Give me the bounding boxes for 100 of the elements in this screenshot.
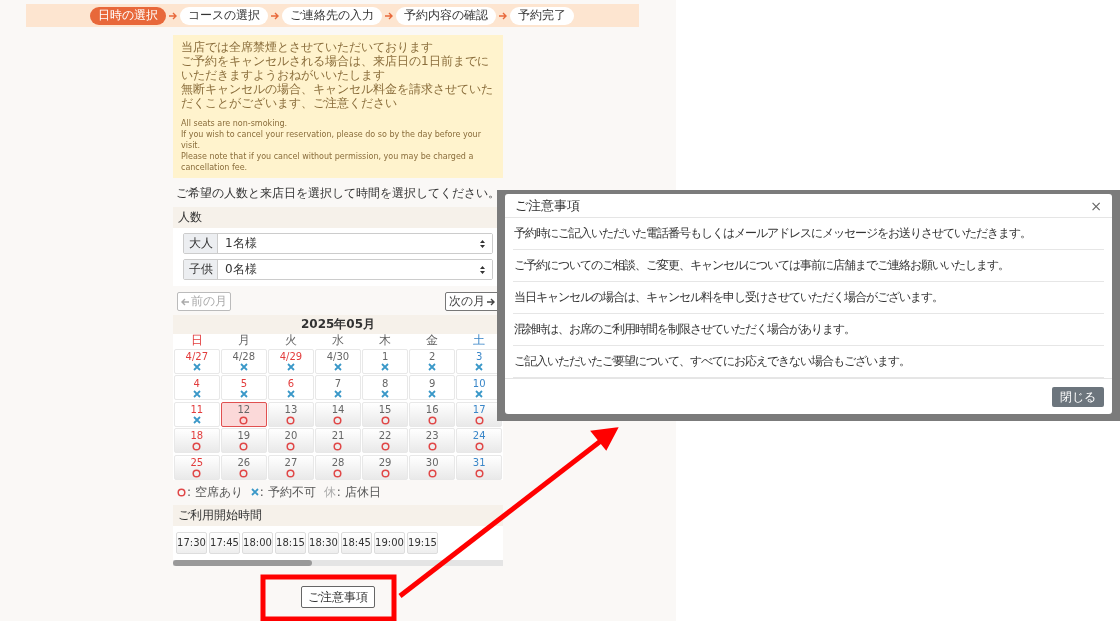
panel-heading: ご利用開始時間 (173, 504, 503, 526)
circle-icon (380, 442, 390, 451)
legend-symbol: 休 (323, 483, 336, 501)
notice-text: 当店では全席禁煙とさせていただいております (181, 40, 434, 54)
close-button[interactable]: × (1090, 197, 1102, 214)
right-arrow-icon (487, 297, 495, 306)
cross-icon (192, 363, 201, 371)
calendar-day[interactable]: 27 (268, 454, 314, 480)
calendar-day[interactable]: 5 (221, 375, 267, 400)
calendar-day[interactable]: 13 (268, 401, 314, 427)
notes-button[interactable]: ご注意事項 (301, 586, 375, 608)
calendar-day[interactable]: 19 (221, 428, 267, 453)
cross-icon (250, 488, 259, 496)
circle-icon (333, 415, 343, 425)
legend-text: : 店休日 (336, 483, 381, 501)
circle-icon (177, 487, 186, 497)
calendar-day[interactable]: 11 (174, 401, 220, 427)
cross-icon (381, 389, 390, 398)
next-month-button[interactable]: 次の月 (445, 292, 499, 311)
calendar-day[interactable]: 12 (221, 401, 267, 427)
circle-icon (474, 415, 484, 425)
cross-icon (286, 363, 295, 371)
circle-icon (427, 415, 437, 425)
circle-icon (239, 442, 249, 451)
cross-icon (475, 363, 484, 371)
circle-icon (474, 468, 484, 478)
notice-item: 予約時にご記入いただいた電話番号もしくはメールアドレスにメッセージをお送りさせていただきます。 (513, 218, 1104, 250)
calendar-day[interactable]: 4/30 (315, 348, 361, 374)
notice-item: ご予約についてのご相談、ご変更、キャンセルについては事前に店舗までご連絡お願いいたします。 (513, 250, 1104, 282)
calendar-day[interactable]: 4/28 (221, 348, 267, 374)
scrollbar[interactable] (173, 559, 503, 566)
calendar-day[interactable]: 24 (456, 428, 502, 453)
calendar-day[interactable]: 18 (174, 428, 220, 453)
calendar-day[interactable]: 4/27 (174, 348, 220, 374)
calendar-day[interactable]: 25 (174, 454, 220, 480)
calendar-day[interactable]: 16 (409, 401, 455, 427)
cross-icon (192, 389, 201, 398)
calendar-day[interactable]: 22 (362, 428, 408, 453)
weekday-label: 木 (378, 334, 393, 347)
circle-icon (286, 468, 296, 478)
time-slot-button[interactable]: 17:30 (176, 531, 207, 554)
circle-icon (286, 442, 296, 451)
arrow-icon (385, 11, 393, 20)
notice-text: If you wish to cancel your reservation, please do so by the day before your visit. (181, 129, 482, 151)
circle-icon (192, 442, 202, 451)
cross-icon (334, 363, 342, 371)
calendar-day[interactable]: 31 (456, 454, 502, 480)
time-slot-button[interactable]: 18:30 (308, 531, 339, 554)
arrow-icon (169, 11, 177, 20)
cross-icon (428, 389, 437, 398)
notice-text: Please note that if you cancel without permission, you may be charged a cancellation fee. (181, 151, 475, 173)
circle-icon (192, 468, 202, 478)
calendar-day[interactable]: 1 (362, 348, 408, 374)
calendar-day[interactable]: 20 (268, 428, 314, 453)
legend-text: : 予約不可 (259, 483, 316, 501)
circle-icon (286, 415, 296, 425)
time-slot-button[interactable]: 18:45 (341, 531, 372, 554)
calendar-day[interactable]: 21 (315, 428, 361, 453)
circle-icon (427, 468, 437, 478)
circle-icon (474, 442, 484, 451)
weekday-label: 日 (189, 334, 204, 347)
weekday-label: 金 (425, 334, 440, 347)
calendar-day[interactable]: 30 (409, 454, 455, 480)
calendar-day[interactable]: 14 (315, 401, 361, 427)
circle-icon (239, 468, 249, 478)
cross-icon (381, 363, 390, 371)
calendar-day[interactable]: 9 (409, 375, 455, 400)
notice-item: 当日キャンセルの場合は、キャンセル料を申し受けさせていただく場合がございます。 (513, 282, 1104, 314)
cross-icon (334, 389, 342, 398)
calendar-day[interactable]: 29 (362, 454, 408, 480)
circle-icon (427, 442, 437, 451)
cross-icon (192, 416, 201, 424)
legend-text: : 空席あり (187, 483, 243, 501)
circle-icon (333, 442, 343, 451)
close-dialog-button[interactable]: 閉じる (1052, 387, 1104, 407)
cross-icon (428, 363, 437, 371)
calendar-day[interactable]: 2 (409, 348, 455, 374)
circle-icon (380, 468, 390, 478)
calendar-day[interactable]: 17 (456, 401, 502, 427)
time-slot-button[interactable]: 19:00 (374, 531, 405, 554)
dialog-title: ご注意事項 (515, 196, 580, 215)
calendar-day[interactable]: 26 (221, 454, 267, 480)
notice-text: 無断キャンセルの場合、キャンセル料金を請求させていただくことがございます、ご注意ください (181, 82, 494, 110)
cross-icon (239, 389, 248, 398)
notice-item: 混雑時は、お席のご利用時間を制限させていただく場合があります。 (513, 314, 1104, 346)
calendar-day[interactable]: 23 (409, 428, 455, 453)
circle-icon (333, 468, 343, 478)
time-slot-button[interactable]: 18:00 (242, 531, 273, 554)
calendar-day[interactable]: 6 (268, 375, 314, 400)
calendar-day[interactable]: 15 (362, 401, 408, 427)
time-slot-button[interactable]: 18:15 (275, 531, 306, 554)
notice-text: All seats are non-smoking. (181, 118, 289, 129)
calendar-day[interactable]: 4 (174, 375, 220, 400)
calendar-day[interactable]: 8 (362, 375, 408, 400)
weekday-label: 火 (283, 334, 298, 347)
time-slot-button[interactable]: 17:45 (209, 531, 240, 554)
time-slot-button[interactable]: 19:15 (407, 531, 438, 554)
calendar-day[interactable]: 7 (315, 375, 361, 400)
calendar-day[interactable]: 28 (315, 454, 361, 480)
calendar-day[interactable]: 4/29 (268, 348, 314, 374)
